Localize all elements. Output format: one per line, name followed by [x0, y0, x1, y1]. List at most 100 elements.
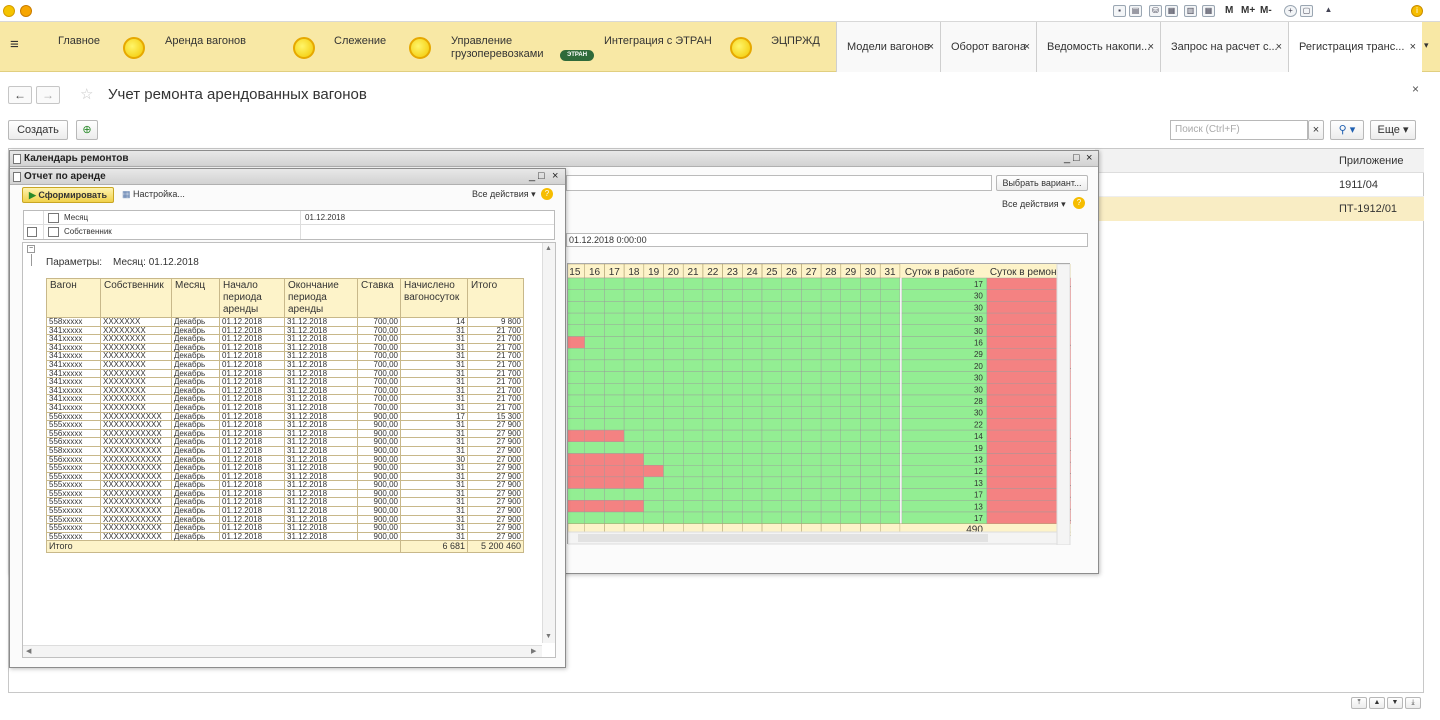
section-etran[interactable]: Интеграция с ЭТРАН [604, 35, 712, 48]
report-vscroll[interactable] [542, 243, 555, 643]
section-rent[interactable]: Аренда вагонов [165, 35, 246, 48]
close-icon[interactable]: × [1410, 22, 1416, 72]
calculator-icon[interactable]: ▥ [1184, 5, 1197, 17]
tab-wagon-models[interactable]: Модели вагонов × [836, 22, 940, 72]
search-clear-button[interactable]: × [1308, 120, 1324, 140]
table-row[interactable]: 555xxxxx XXXXXXXXXXX Декабрь 01.12.2018 31.1… [46, 531, 524, 542]
minimize-icon[interactable]: _ [1064, 151, 1070, 166]
print-icon[interactable]: ▤ [1129, 5, 1142, 17]
section-tracking-icon[interactable] [293, 37, 315, 59]
settings-button[interactable]: ▦ Настройка... [122, 189, 185, 200]
forward-button[interactable]: → [36, 86, 60, 104]
table-cell: XXXXXXXX [100, 377, 172, 387]
window-layout-icon[interactable]: ▢ [1300, 5, 1313, 17]
more-button[interactable]: Еще ▾ [1370, 120, 1416, 140]
first-page-button[interactable]: ⤒ [1351, 697, 1367, 709]
copy-button[interactable]: ⊕ [76, 120, 98, 140]
section-tracking[interactable]: Слежение [334, 35, 386, 48]
search-button[interactable]: ⚲ ▾ [1330, 120, 1364, 140]
scroll-right-icon[interactable]: ▶ [531, 647, 536, 655]
repair-day-cell [604, 464, 625, 478]
tab-wagon-turnover[interactable]: Оборот вагона × [940, 22, 1036, 72]
memory-minus-button[interactable]: M- [1260, 5, 1272, 16]
user-icon[interactable]: ▲ [1322, 5, 1335, 17]
1c-logo-icon[interactable] [3, 5, 15, 17]
scroll-up-icon[interactable]: ▲ [545, 245, 552, 252]
help-icon[interactable]: ? [1073, 197, 1085, 209]
table-row[interactable]: 341xxxxx XXXXXXXX Декабрь 01.12.2018 31.12.2… [46, 377, 524, 387]
generate-button[interactable]: ▶ Сформировать [22, 187, 114, 203]
work-day-cell [564, 383, 585, 396]
tab-registration[interactable]: Регистрация транс... × [1288, 22, 1422, 72]
section-cargo[interactable]: Управление грузоперевозками [451, 35, 544, 61]
table-row[interactable]: 341xxxxx XXXXXXXX Декабрь 01.12.2018 31.12.2… [46, 402, 524, 413]
column-header-attachment[interactable]: Приложение [1339, 155, 1404, 167]
help-icon[interactable]: ? [541, 188, 553, 200]
favorite-star-icon[interactable]: ☆ [80, 85, 93, 103]
calendar-icon[interactable]: ▦ [1202, 5, 1215, 17]
choose-variant-button[interactable]: Выбрать вариант... [996, 175, 1088, 191]
section-cargo-icon[interactable] [409, 37, 431, 59]
back-button[interactable]: ← [8, 86, 32, 104]
close-icon[interactable]: × [1024, 22, 1030, 72]
table-row[interactable]: 341xxxxx XXXXXXXX Декабрь 01.12.2018 31.12.2… [46, 359, 524, 370]
last-page-button[interactable]: ⤓ [1405, 697, 1421, 709]
section-ecp-icon[interactable] [730, 37, 752, 59]
filter-row[interactable] [24, 211, 554, 225]
work-day-cell [860, 476, 881, 489]
report-window-title[interactable]: Отчет по аренде [10, 169, 565, 185]
prev-page-button[interactable]: ▲ [1369, 697, 1385, 709]
table-row[interactable]: 555xxxxx XXXXXXXXXXX Декабрь 01.12.2018 31.1… [46, 420, 524, 430]
work-day-cell [604, 418, 625, 431]
all-actions-menu[interactable]: Все действия ▾ [472, 189, 536, 200]
tab-accumulation[interactable]: Ведомость накопи... × [1036, 22, 1160, 72]
etran-logo-icon[interactable]: ЭТРАН [560, 50, 594, 61]
close-icon[interactable]: × [1086, 151, 1092, 166]
scroll-left-icon[interactable]: ◀ [26, 647, 31, 655]
close-icon[interactable]: × [1148, 22, 1154, 72]
info-icon[interactable]: i [1411, 5, 1423, 17]
sections-menu-icon[interactable]: ≡ [10, 37, 19, 52]
work-day-cell [604, 277, 625, 290]
section-main[interactable]: Главное [58, 35, 100, 48]
close-icon[interactable]: × [928, 22, 934, 72]
table-cell: Декабрь [171, 420, 220, 430]
close-icon[interactable]: × [552, 169, 558, 184]
maximize-icon[interactable]: □ [538, 169, 545, 184]
report-hscroll[interactable] [23, 645, 542, 657]
tab-calc-request[interactable]: Запрос на расчет с... × [1160, 22, 1288, 72]
all-actions-menu[interactable]: Все действия ▾ [1002, 199, 1066, 210]
memory-plus-button[interactable]: M+ [1241, 5, 1255, 16]
section-rent-icon[interactable] [123, 37, 145, 59]
work-day-cell [820, 511, 842, 524]
filter-value-month[interactable]: 01.12.2018 [305, 213, 345, 222]
group-collapse-icon[interactable]: − [27, 245, 35, 253]
minimize-icon[interactable]: _ [529, 169, 535, 184]
scroll-down-icon[interactable]: ▼ [545, 633, 552, 640]
work-days-value: 13 [974, 502, 983, 511]
work-day-cell [742, 418, 763, 431]
memory-m-button[interactable]: M [1225, 5, 1233, 16]
table-row[interactable]: 341xxxxx XXXXXXXX Декабрь 01.12.2018 31.12.2… [46, 334, 524, 344]
calendar-window-title[interactable]: Календарь ремонтов [10, 151, 1098, 167]
link-icon[interactable]: ⛁ [1149, 5, 1162, 17]
work-day-cell [820, 476, 842, 489]
save-icon[interactable]: ▪ [1113, 5, 1126, 17]
owner-checkbox[interactable] [27, 227, 37, 237]
close-form-icon[interactable]: × [1412, 82, 1419, 96]
zoom-icon[interactable]: + [1284, 5, 1297, 17]
section-ecp[interactable]: ЭЦПРЖД [771, 35, 820, 48]
close-icon[interactable]: × [1276, 22, 1282, 72]
table-row[interactable]: 555xxxxx XXXXXXXXXXX Декабрь 01.12.2018 31.1… [46, 463, 524, 473]
tabs-dropdown-icon[interactable]: ▾ [1424, 40, 1429, 51]
next-page-button[interactable]: ▼ [1387, 697, 1403, 709]
table-row[interactable]: 555xxxxx XXXXXXXXXXX Декабрь 01.12.2018 31.1… [46, 506, 524, 516]
search-input[interactable]: Поиск (Ctrl+F) [1170, 120, 1308, 140]
print-preview-icon[interactable]: ▦ [1165, 5, 1178, 17]
table-row[interactable]: 558xxxxx XXXXXXXXXXX Декабрь 01.12.2018 31.1… [46, 445, 524, 456]
main-menu-icon[interactable] [20, 5, 32, 17]
create-button[interactable]: Создать [8, 120, 68, 140]
maximize-icon[interactable]: □ [1073, 151, 1080, 166]
table-row[interactable]: 558xxxxx XXXXXXX Декабрь 01.12.2018 31.12.20… [46, 317, 524, 327]
variant-field[interactable] [566, 175, 992, 191]
